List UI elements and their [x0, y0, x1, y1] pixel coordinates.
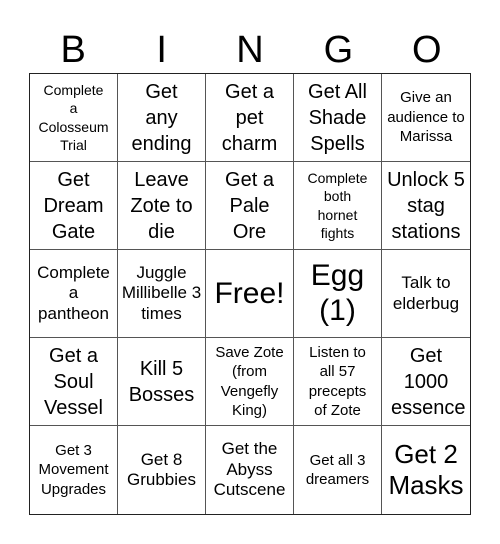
bingo-cell[interactable]: Get a Soul Vessel [30, 338, 118, 426]
bingo-cell[interactable]: Leave Zote to die [118, 162, 206, 250]
bingo-cell[interactable]: Get a Pale Ore [206, 162, 294, 250]
cell-text: Get 3 Movement Upgrades [38, 441, 109, 498]
cell-text: Listen to all 57 precepts of Zote [308, 343, 367, 420]
bingo-cell[interactable]: Get the Abyss Cutscene [206, 426, 294, 514]
bingo-cell[interactable]: Get 8 Grubbies [118, 426, 206, 514]
bingo-cell[interactable]: Kill 5 Bosses [118, 338, 206, 426]
cell-text: Juggle Millibelle 3 times [121, 262, 202, 323]
bingo-cell[interactable]: Give an audience to Marissa [382, 74, 470, 162]
cell-text: Give an audience to Marissa [387, 89, 465, 146]
bingo-cell[interactable]: Get all 3 dreamers [294, 426, 382, 514]
bingo-cell[interactable]: Get Dream Gate [30, 162, 118, 250]
bingo-cell[interactable]: Get 1000 essence [382, 338, 470, 426]
bingo-cell[interactable]: Get a pet charm [206, 74, 294, 162]
cell-text: Get a Pale Ore [225, 168, 274, 243]
bingo-board: Complete a Colosseum Trial Get any endin… [29, 73, 471, 515]
cell-text: Get any ending [131, 80, 192, 155]
bingo-cell[interactable]: Get any ending [118, 74, 206, 162]
cell-text: Leave Zote to die [130, 168, 193, 243]
bingo-cell[interactable]: Get 2 Masks [382, 426, 470, 514]
cell-text: Free! [214, 277, 285, 310]
cell-text: Get all 3 dreamers [305, 451, 370, 489]
cell-text: Get 1000 essence [391, 344, 466, 419]
cell-text: Save Zote (from Vengefly King) [215, 343, 284, 420]
cell-text: Complete a pantheon [37, 262, 110, 323]
header-letter-i: I [156, 29, 167, 71]
bingo-cell[interactable]: Unlock 5 stag stations [382, 162, 470, 250]
bingo-cell[interactable]: Get All Shade Spells [294, 74, 382, 162]
bingo-cell[interactable]: Get 3 Movement Upgrades [30, 426, 118, 514]
bingo-cell[interactable]: Complete both hornet fights [294, 162, 382, 250]
header-letter-n: N [236, 29, 264, 71]
bingo-cell[interactable]: Juggle Millibelle 3 times [118, 250, 206, 338]
cell-text: Get a pet charm [221, 80, 278, 155]
cell-text: Get the Abyss Cutscene [213, 439, 286, 500]
cell-text: Get 8 Grubbies [127, 449, 196, 489]
cell-text: Kill 5 Bosses [128, 357, 195, 406]
cell-text: Get All Shade Spells [308, 80, 367, 155]
cell-text: Egg (1) [310, 259, 365, 327]
bingo-cell[interactable]: Complete a Colosseum Trial [30, 74, 118, 162]
cell-text: Get Dream Gate [43, 168, 104, 243]
bingo-cell[interactable]: Talk to elderbug [382, 250, 470, 338]
cell-text: Talk to elderbug [392, 273, 460, 313]
cell-text: Complete both hornet fights [307, 170, 368, 241]
header-letter-g: G [323, 29, 354, 71]
header-letter-o: O [412, 29, 442, 71]
bingo-cell[interactable]: Egg (1) [294, 250, 382, 338]
cell-text: Unlock 5 stag stations [387, 168, 465, 243]
cell-text: Get a Soul Vessel [44, 344, 103, 419]
header-letter-b: B [60, 29, 86, 71]
bingo-header: B I N G O [29, 28, 471, 72]
cell-text: Complete a Colosseum Trial [38, 82, 109, 153]
bingo-cell[interactable]: Listen to all 57 precepts of Zote [294, 338, 382, 426]
bingo-cell[interactable]: Complete a pantheon [30, 250, 118, 338]
bingo-cell[interactable]: Save Zote (from Vengefly King) [206, 338, 294, 426]
free-cell[interactable]: Free! [206, 250, 294, 338]
cell-text: Get 2 Masks [388, 438, 464, 500]
